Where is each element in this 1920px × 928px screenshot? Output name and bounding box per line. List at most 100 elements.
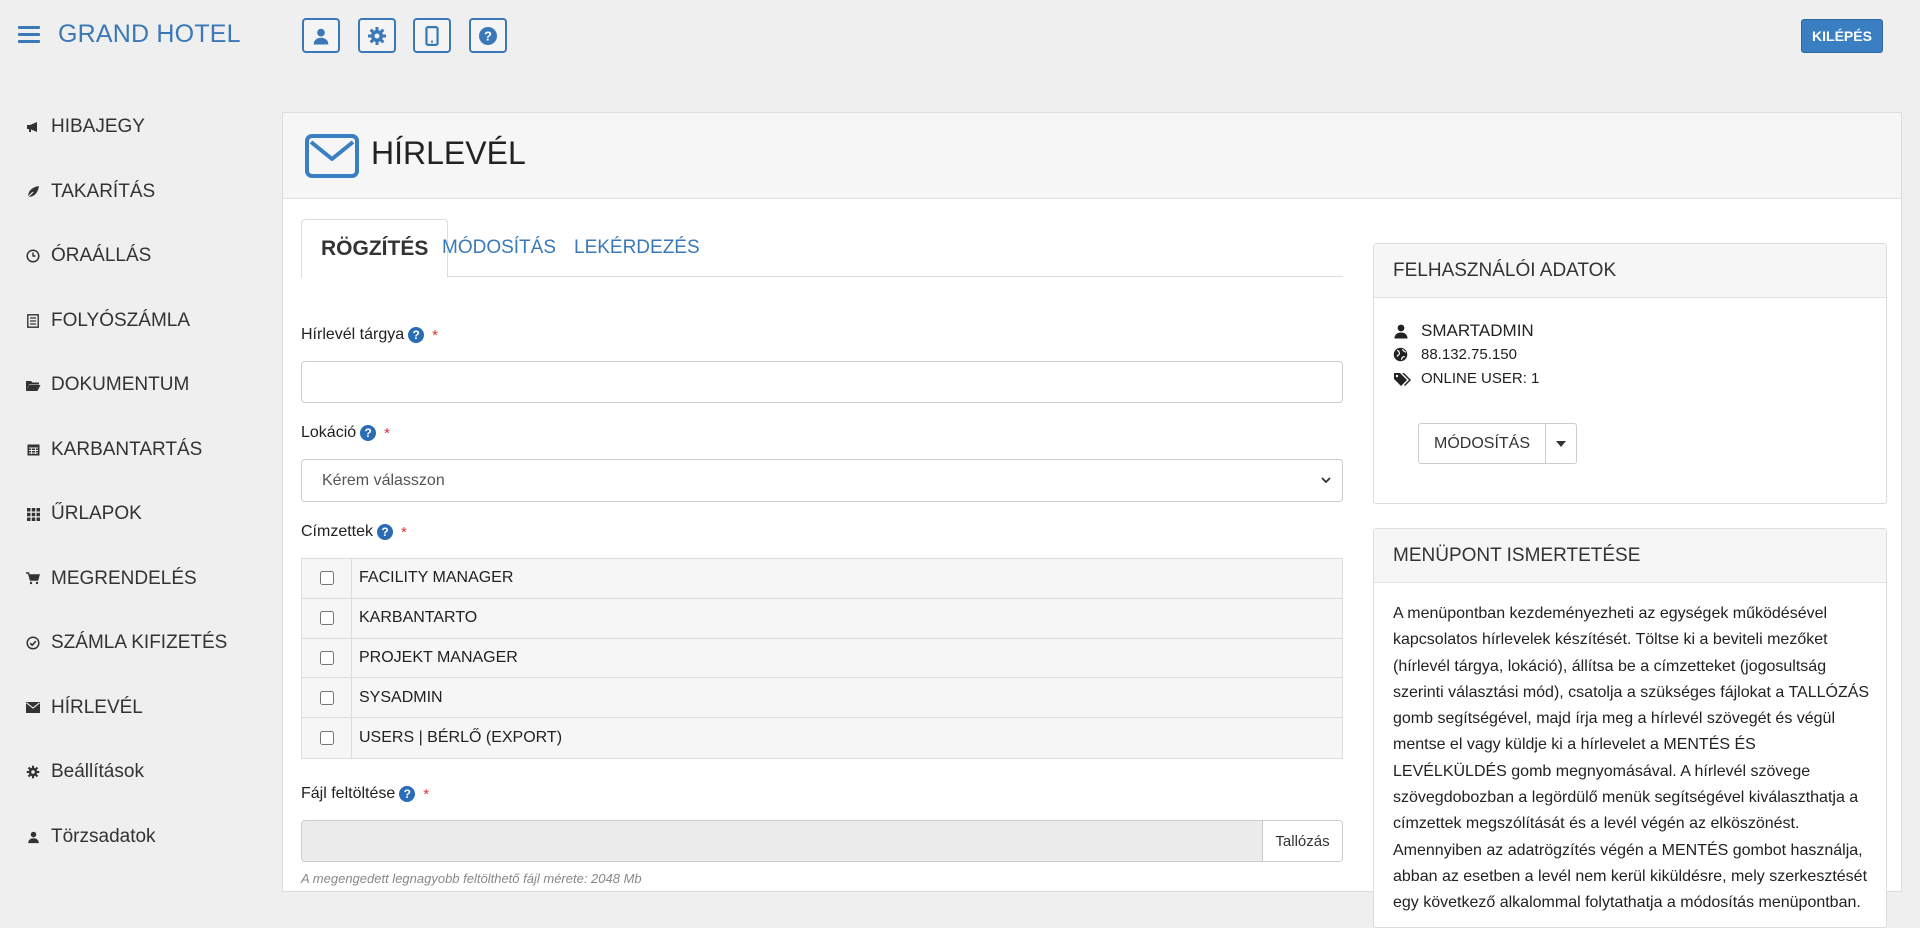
required-mark: * — [423, 785, 430, 803]
ip-line: 88.132.75.150 — [1393, 346, 1517, 363]
gear-icon — [26, 765, 40, 779]
recipients-table: FACILITY MANAGER KARBANTARTO PROJEKT MAN… — [301, 558, 1343, 759]
envelope-icon — [26, 702, 40, 714]
settings-button[interactable] — [358, 18, 396, 53]
recipient-checkbox-sysadmin[interactable] — [319, 690, 334, 705]
location-label: Lokáció ? * — [301, 424, 390, 442]
help-icon[interactable]: ? — [360, 425, 377, 441]
recipient-checkbox-karbantarto[interactable] — [319, 611, 334, 626]
globe-icon — [1393, 347, 1408, 362]
user-icon — [313, 28, 329, 44]
calendar-icon — [27, 444, 39, 456]
location-label-text: Lokáció — [301, 424, 357, 441]
sidebar-item-szamla-kifizetes[interactable]: SZÁMLA KIFIZETÉS — [0, 611, 270, 676]
clock-icon — [26, 249, 40, 263]
page-title: HÍRLEVÉL — [371, 135, 526, 171]
table-row: FACILITY MANAGER — [302, 559, 1342, 599]
modify-dropdown-toggle[interactable] — [1546, 423, 1578, 464]
recipient-label: FACILITY MANAGER — [359, 569, 514, 587]
page-header: HÍRLEVÉL — [283, 113, 1901, 199]
subject-input[interactable] — [301, 361, 1343, 403]
sidebar-item-label: FOLYÓSZÁMLA — [51, 309, 191, 331]
help-icon[interactable]: ? — [399, 786, 416, 802]
sidebar-item-label: HIBAJEGY — [51, 116, 145, 138]
username: SMARTADMIN — [1421, 321, 1534, 340]
recipient-label: SYSADMIN — [359, 688, 443, 706]
top-header: GRAND HOTEL ? KILÉPÉS — [0, 0, 1920, 72]
sidebar-item-dokumentum[interactable]: DOKUMENTUM — [0, 353, 270, 418]
username-line: SMARTADMIN — [1393, 321, 1534, 341]
sidebar-item-label: KARBANTARTÁS — [51, 438, 203, 460]
sidebar-item-oraallas[interactable]: ÓRAÁLLÁS — [0, 224, 270, 289]
main-panel: HÍRLEVÉL RÖGZÍTÉS MÓDOSÍTÁS LEKÉRDEZÉS H… — [282, 112, 1902, 928]
help-circle-icon: ? — [479, 26, 497, 45]
table-row: USERS | BÉRLŐ (EXPORT) — [302, 718, 1342, 758]
online-users: ONLINE USER: 1 — [1421, 370, 1540, 387]
sidebar-item-hirlevel[interactable]: HÍRLEVÉL — [0, 676, 270, 741]
sidebar-item-label: SZÁMLA KIFIZETÉS — [51, 632, 228, 654]
required-mark: * — [401, 523, 407, 541]
location-select-value: Kérem válasszon — [322, 471, 445, 489]
user-data-card: FELHASZNÁLÓI ADATOK SMARTADMIN 88.132.75… — [1373, 243, 1887, 504]
chevron-down-icon — [1321, 477, 1331, 484]
user-icon — [1394, 324, 1408, 339]
file-label: Fájl feltöltése ? * — [301, 785, 429, 803]
sidebar-item-label: ŰRLAPOK — [51, 503, 142, 525]
mobile-button[interactable] — [413, 18, 451, 53]
recipient-label: USERS | BÉRLŐ (EXPORT) — [359, 729, 563, 747]
ip-address: 88.132.75.150 — [1421, 346, 1517, 363]
user-card-title: FELHASZNÁLÓI ADATOK — [1374, 244, 1886, 298]
browse-button[interactable]: Tallózás — [1262, 821, 1342, 861]
brand-title[interactable]: GRAND HOTEL — [58, 20, 241, 49]
location-select[interactable]: Kérem válasszon — [301, 459, 1343, 502]
recipient-checkbox-users-berlo[interactable] — [319, 731, 334, 746]
user-icon — [27, 831, 39, 843]
sidebar-item-label: ÓRAÁLLÁS — [51, 245, 152, 267]
help-icon[interactable]: ? — [408, 327, 425, 343]
help-icon[interactable]: ? — [377, 524, 394, 540]
menu-description-text: A menüpontban kezdeményezheti az egysége… — [1393, 605, 1870, 912]
hamburger-menu-icon[interactable] — [18, 26, 40, 44]
sidebar-item-folyoszamla[interactable]: FOLYÓSZÁMLA — [0, 289, 270, 354]
subject-label: Hírlevél tárgya ? * — [301, 326, 438, 344]
envelope-icon — [305, 134, 359, 178]
sidebar-item-label: Beállítások — [51, 761, 144, 783]
sidebar-item-hibajegy[interactable]: HIBAJEGY — [0, 95, 270, 160]
modify-button-group: MÓDOSÍTÁS — [1418, 423, 1578, 464]
sidebar-item-torzsadatok[interactable]: Törzsadatok — [0, 805, 270, 870]
profile-button[interactable] — [302, 18, 340, 53]
svg-text:?: ? — [484, 28, 492, 43]
recipients-label: Címzettek ? * — [301, 523, 407, 541]
check-circle-icon — [26, 636, 40, 650]
mobile-icon — [425, 25, 439, 46]
gear-icon — [368, 26, 386, 45]
file-label-text: Fájl feltöltése — [301, 785, 396, 802]
table-row: KARBANTARTO — [302, 598, 1342, 639]
menu-description-card: MENÜPONT ISMERTETÉSE A menüpontban kezde… — [1373, 528, 1887, 928]
file-upload-field[interactable]: Tallózás — [301, 820, 1343, 862]
modify-button[interactable]: MÓDOSÍTÁS — [1418, 423, 1547, 464]
cart-icon — [26, 572, 40, 585]
recipient-checkbox-projekt-manager[interactable] — [319, 650, 334, 665]
sidebar-item-karbantartas[interactable]: KARBANTARTÁS — [0, 418, 270, 483]
sidebar-item-label: Törzsadatok — [51, 825, 156, 847]
logout-button[interactable]: KILÉPÉS — [1801, 19, 1883, 53]
recipient-label: PROJEKT MANAGER — [359, 648, 518, 666]
sidebar-item-label: MEGRENDELÉS — [51, 567, 197, 589]
tab-bar: RÖGZÍTÉS MÓDOSÍTÁS LEKÉRDEZÉS — [301, 219, 1343, 278]
online-line: ONLINE USER: 1 — [1393, 370, 1539, 387]
sidebar-item-label: HÍRLEVÉL — [51, 696, 143, 718]
tab-modositas[interactable]: MÓDOSÍTÁS — [423, 219, 575, 277]
table-row: SYSADMIN — [302, 678, 1342, 719]
leaf-icon — [26, 185, 39, 199]
tab-lekerdezes[interactable]: LEKÉRDEZÉS — [555, 219, 719, 277]
sidebar: HIBAJEGY TAKARÍTÁS ÓRAÁLLÁS FOLYÓSZÁMLA … — [0, 95, 270, 869]
help-button[interactable]: ? — [469, 18, 507, 53]
sidebar-item-urlapok[interactable]: ŰRLAPOK — [0, 482, 270, 547]
tags-icon — [1394, 372, 1411, 386]
sidebar-item-takaritas[interactable]: TAKARÍTÁS — [0, 160, 270, 225]
sidebar-item-megrendeles[interactable]: MEGRENDELÉS — [0, 547, 270, 612]
required-mark: * — [384, 424, 390, 442]
recipient-checkbox-facility-manager[interactable] — [319, 571, 334, 586]
sidebar-item-beallitasok[interactable]: Beállítások — [0, 740, 270, 805]
